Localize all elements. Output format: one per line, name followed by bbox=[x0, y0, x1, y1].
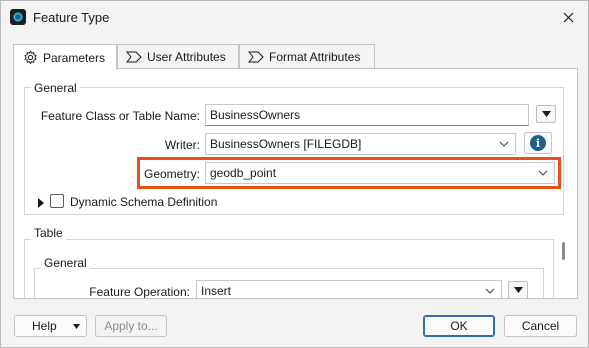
cancel-button[interactable]: Cancel bbox=[504, 315, 577, 337]
feature-operation-select[interactable]: Insert bbox=[196, 280, 502, 298]
tag-icon bbox=[248, 49, 264, 65]
expand-triangle-icon[interactable] bbox=[36, 198, 46, 208]
triangle-down-icon bbox=[541, 111, 551, 117]
parameters-panel: General Feature Class or Table Name: Bus… bbox=[13, 68, 578, 299]
tab-parameters-label: Parameters bbox=[43, 50, 106, 65]
geometry-highlight-box bbox=[137, 157, 561, 189]
feature-class-input[interactable]: BusinessOwners bbox=[205, 104, 529, 126]
triangle-down-icon bbox=[513, 287, 523, 293]
tag-icon bbox=[126, 49, 142, 65]
chevron-down-icon bbox=[485, 288, 495, 294]
dynamic-schema-label: Dynamic Schema Definition bbox=[70, 195, 218, 209]
writer-label: Writer: bbox=[164, 138, 200, 152]
close-icon bbox=[563, 12, 573, 22]
tab-user-attributes[interactable]: User Attributes bbox=[117, 44, 239, 69]
writer-value: BusinessOwners [FILEGDB] bbox=[210, 137, 362, 151]
tab-parameters[interactable]: Parameters bbox=[13, 44, 117, 70]
feature-operation-value: Insert bbox=[201, 284, 232, 298]
feature-operation-menu-button[interactable] bbox=[508, 281, 528, 298]
triangle-down-icon bbox=[73, 324, 80, 329]
close-button[interactable] bbox=[556, 5, 580, 29]
ok-label: OK bbox=[450, 319, 468, 333]
general-group-label: General bbox=[31, 81, 80, 95]
apply-to-button[interactable]: Apply to... bbox=[95, 315, 167, 337]
info-icon: i bbox=[530, 135, 546, 151]
help-button[interactable]: Help bbox=[14, 315, 87, 337]
tab-format-attributes-label: Format Attributes bbox=[269, 50, 361, 64]
panel-scrollbar[interactable] bbox=[560, 232, 566, 298]
title-bar: Feature Type bbox=[1, 1, 588, 33]
window-title: Feature Type bbox=[33, 10, 110, 25]
tab-user-attributes-label: User Attributes bbox=[147, 50, 226, 64]
table-group-label: Table bbox=[31, 226, 66, 240]
feature-operation-label: Feature Operation: bbox=[89, 285, 190, 299]
tab-format-attributes[interactable]: Format Attributes bbox=[239, 44, 375, 69]
dynamic-schema-checkbox[interactable] bbox=[50, 194, 64, 208]
cancel-label: Cancel bbox=[521, 319, 560, 333]
chevron-down-icon bbox=[499, 141, 509, 147]
apply-to-label: Apply to... bbox=[104, 319, 158, 333]
feature-type-dialog: Feature Type Parameters User Attributes … bbox=[0, 0, 589, 348]
gear-icon bbox=[22, 50, 38, 66]
writer-info-button[interactable]: i bbox=[524, 132, 552, 154]
help-label: Help bbox=[32, 319, 57, 333]
app-icon bbox=[10, 9, 26, 25]
table-general-label: General bbox=[41, 256, 90, 270]
feature-class-menu-button[interactable] bbox=[536, 105, 556, 123]
ok-button[interactable]: OK bbox=[423, 315, 495, 337]
writer-select[interactable]: BusinessOwners [FILEGDB] bbox=[205, 133, 516, 155]
scrollbar-thumb[interactable] bbox=[562, 242, 565, 260]
feature-class-label: Feature Class or Table Name: bbox=[40, 109, 200, 123]
